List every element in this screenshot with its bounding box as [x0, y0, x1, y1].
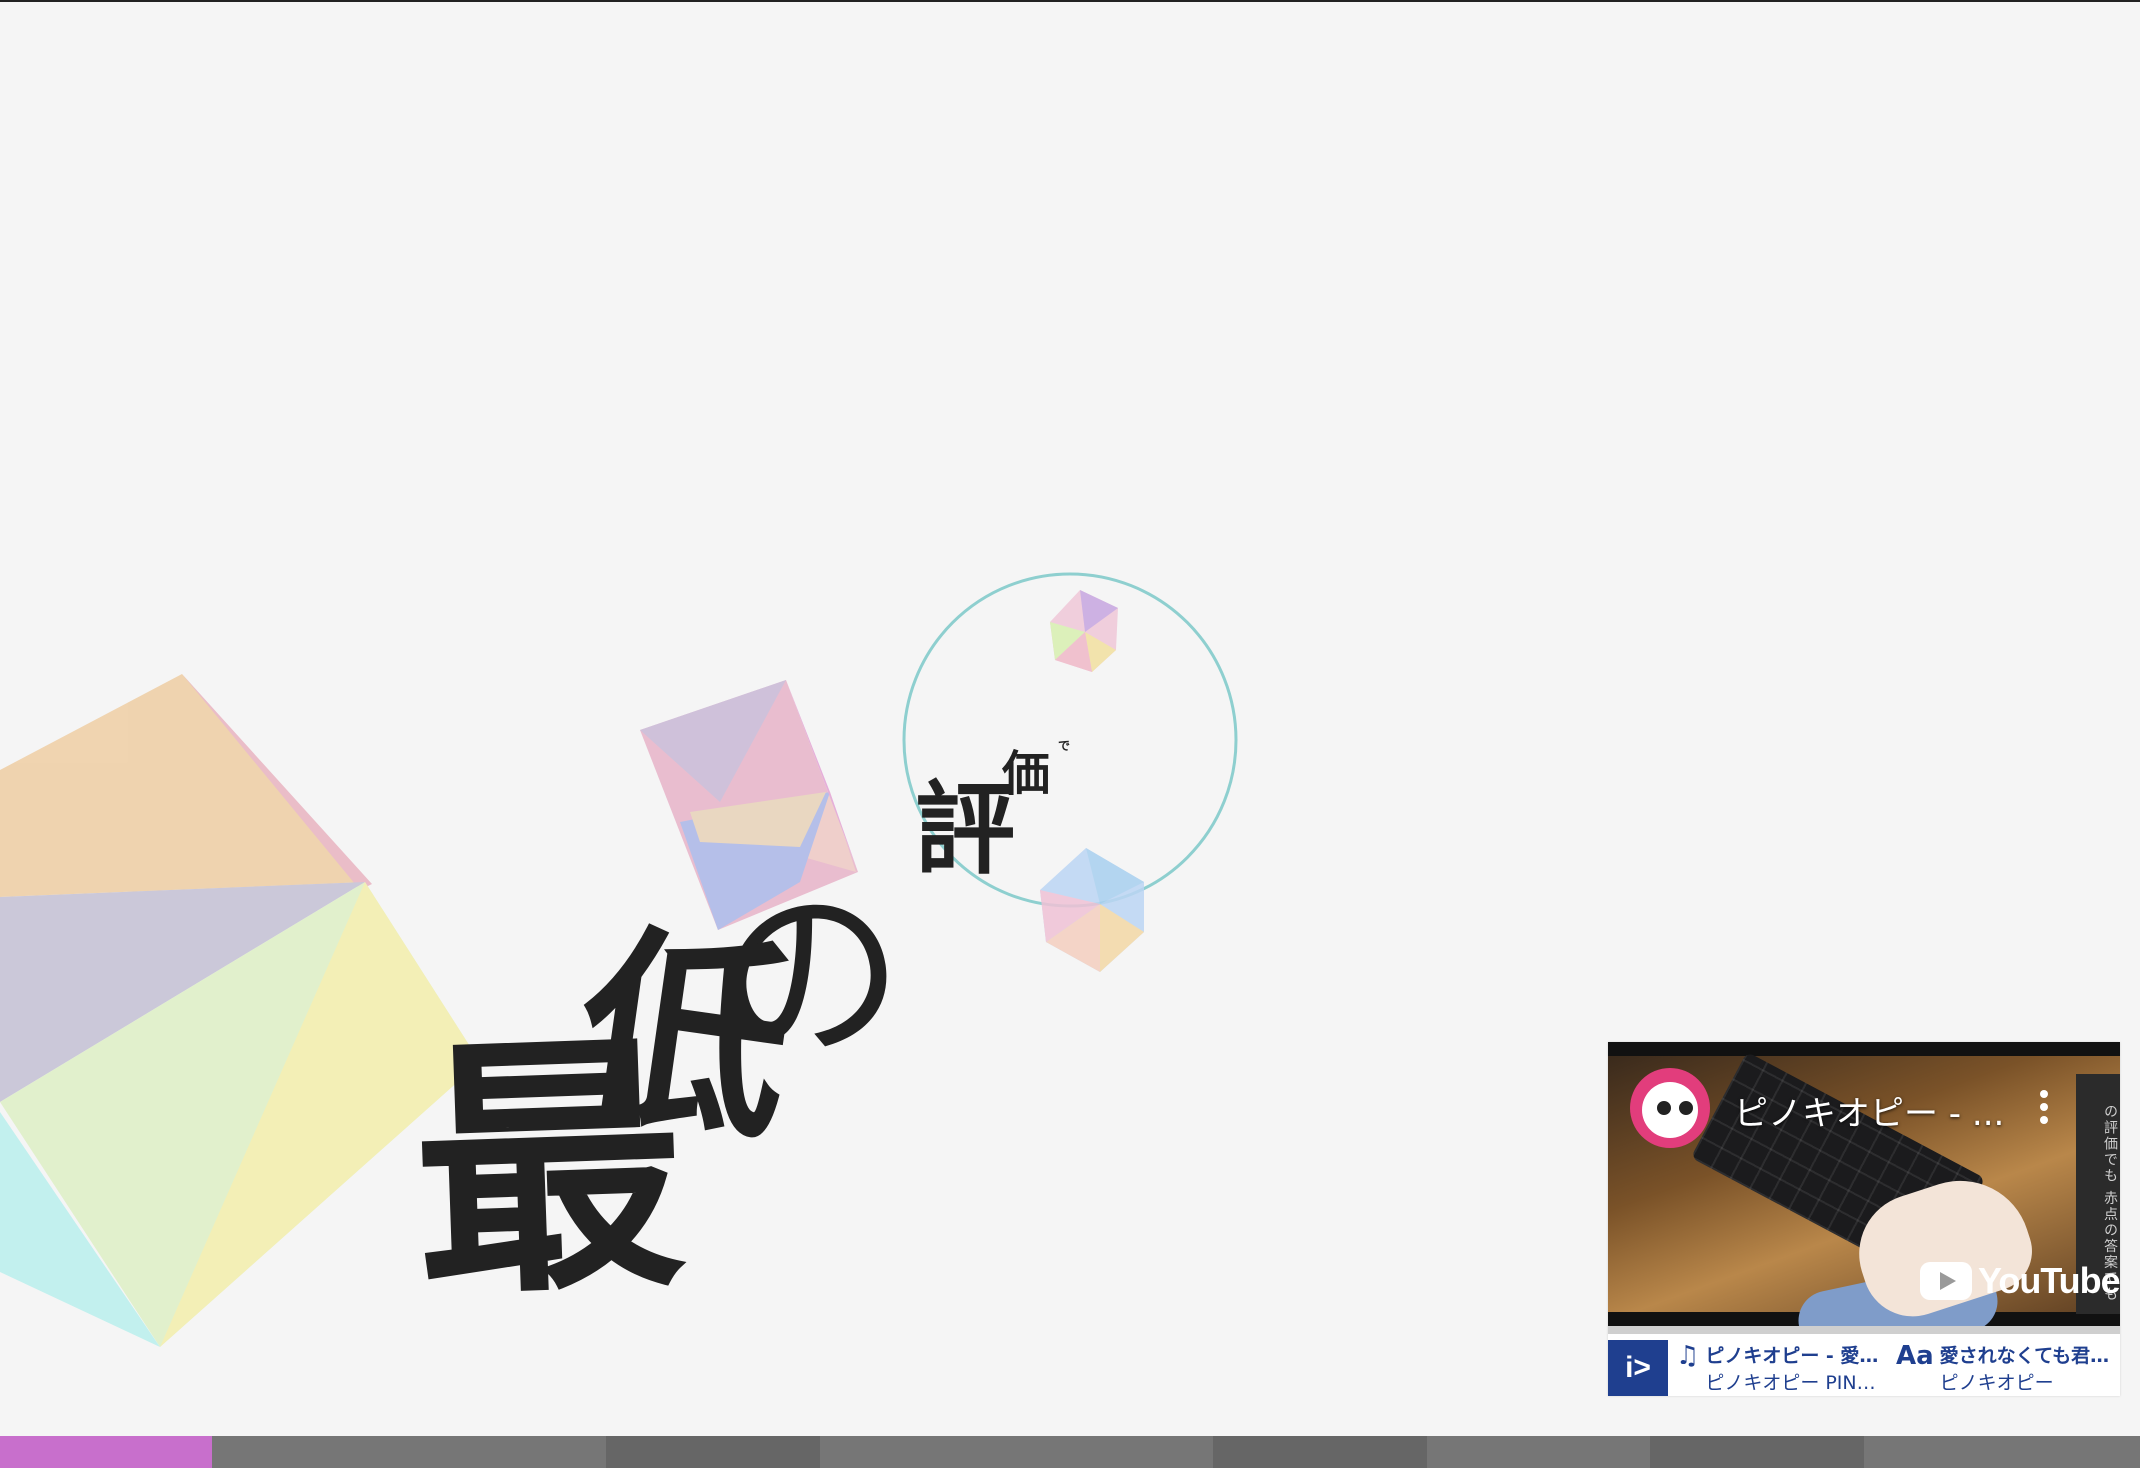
- chapter-segment-5[interactable]: [1213, 1436, 1428, 1468]
- chapter-segment-8[interactable]: [1863, 1436, 2140, 1468]
- lyric-char-ka: 価: [1002, 746, 1051, 802]
- song-info-bar: i> ♫ ピノキオピー - 愛… ピノキオピー PIN… Aa 愛されなくても君…: [1608, 1340, 2120, 1396]
- music-note-icon: ♫: [1676, 1341, 1700, 1371]
- song-artist: ピノキオピー PIN…: [1705, 1372, 1876, 1394]
- song-info[interactable]: ♫ ピノキオピー - 愛… ピノキオピー PIN…: [1668, 1341, 1888, 1395]
- avatar-eye-left-icon: [1654, 1098, 1674, 1118]
- youtube-play-icon: [1920, 1262, 1972, 1300]
- video-title[interactable]: ピノキオピー - ...: [1734, 1086, 2004, 1135]
- large-prism-shape: [0, 674, 480, 1347]
- chapter-segment-6[interactable]: [1427, 1436, 1650, 1468]
- chapter-segment-7[interactable]: [1649, 1436, 1864, 1468]
- lyric-stage: 評 価 で の 低 最 の評価でも 赤点の答案でも ピノキオピー - ... Y…: [0, 0, 2140, 1468]
- app-logo[interactable]: i>: [1608, 1340, 1668, 1396]
- youtube-logo[interactable]: YouTube: [1920, 1260, 2120, 1302]
- chapter-segment-1[interactable]: [0, 1436, 212, 1468]
- small-gem-shape-bottom: [1040, 848, 1144, 972]
- lyric-char-hyo: 評: [915, 771, 1015, 888]
- youtube-logo-text: YouTube: [1978, 1260, 2120, 1301]
- lyric-char-sai: 最: [408, 1008, 690, 1333]
- chapter-segment-3[interactable]: [605, 1436, 820, 1468]
- video-progress-track[interactable]: [1608, 1326, 2120, 1334]
- chapter-progress-bar[interactable]: [0, 1436, 2140, 1468]
- avatar-eye-right-icon: [1676, 1098, 1696, 1118]
- lyrics-title: 愛されなくても君…: [1939, 1345, 2108, 1367]
- font-aa-icon: Aa: [1896, 1341, 1934, 1371]
- video-frame[interactable]: の評価でも 赤点の答案でも ピノキオピー - ... YouTube: [1608, 1042, 2120, 1334]
- channel-avatar[interactable]: [1630, 1068, 1710, 1148]
- lyrics-info[interactable]: Aa 愛されなくても君… ピノキオピー: [1888, 1341, 2108, 1395]
- chapter-segment-4[interactable]: [819, 1436, 1214, 1468]
- song-title: ピノキオピー - 愛…: [1705, 1345, 1879, 1367]
- small-gem-shape-top: [1050, 590, 1118, 672]
- chapter-segment-2[interactable]: [211, 1436, 606, 1468]
- lyric-char-de: で: [1058, 739, 1071, 753]
- lyrics-artist: ピノキオピー: [1939, 1372, 2054, 1394]
- video-player-card[interactable]: の評価でも 赤点の答案でも ピノキオピー - ... YouTube i> ♫: [1608, 1042, 2120, 1396]
- more-options-icon[interactable]: [2038, 1090, 2050, 1130]
